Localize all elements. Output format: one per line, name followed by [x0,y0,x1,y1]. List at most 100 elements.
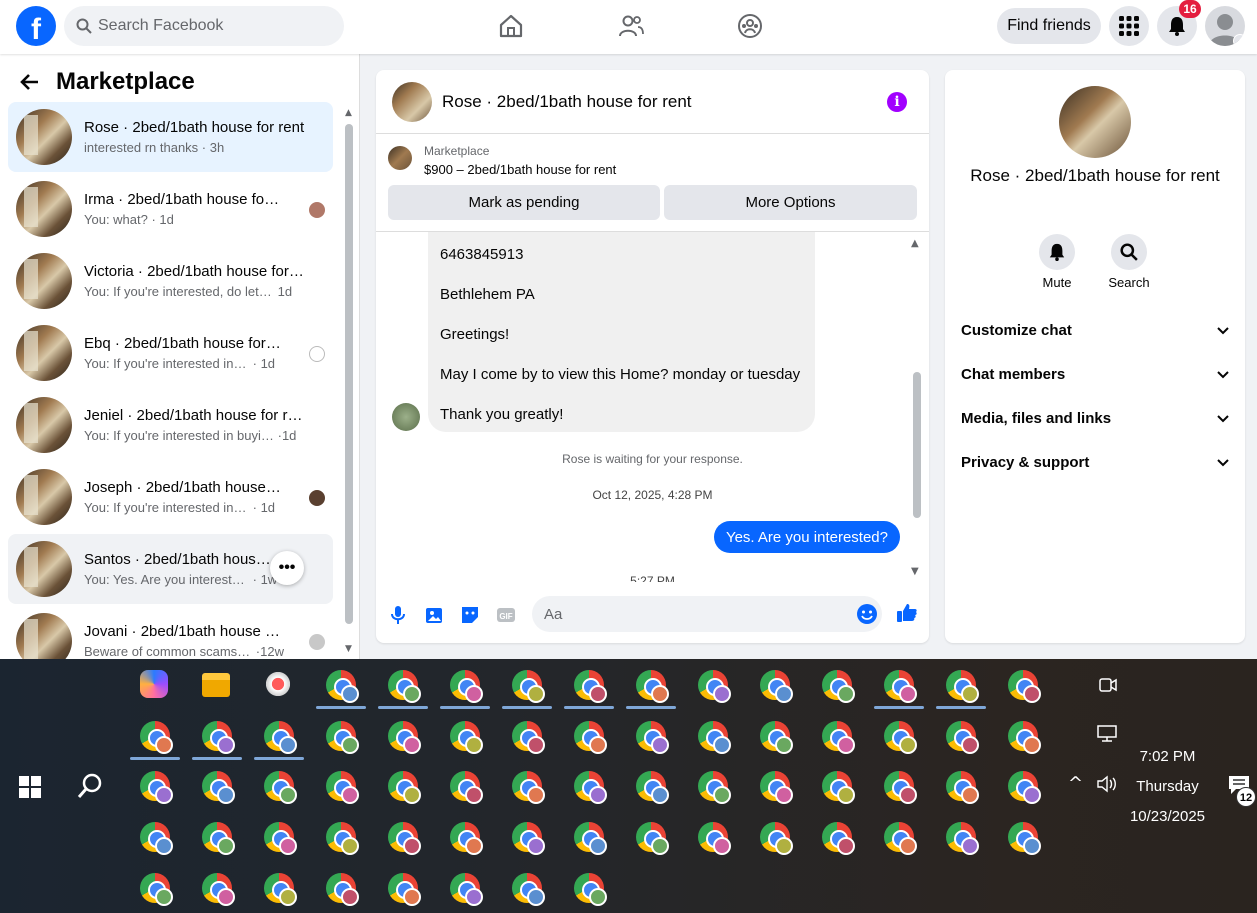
chrome-profile-icon[interactable] [202,771,235,804]
chrome-profile-icon[interactable] [326,873,359,906]
chrome-profile-icon[interactable] [884,822,917,855]
windows-start-icon[interactable] [19,776,41,798]
conversation-item[interactable]: Rose · 2bed/1bath house for rent interes… [8,102,333,172]
media-files-links-row[interactable]: Media, files and links [961,410,1229,427]
chrome-profile-icon[interactable] [326,721,359,754]
sticker-icon[interactable] [459,604,481,626]
chrome-profile-icon[interactable] [636,721,669,754]
microphone-icon[interactable] [387,604,409,626]
listing-price-title[interactable]: $900 – 2bed/1bath house for rent [424,162,616,177]
chrome-profile-icon[interactable] [326,670,359,703]
conversation-item[interactable]: Irma · 2bed/1bath house for rent You: wh… [8,174,333,244]
photo-icon[interactable] [423,604,445,626]
scroll-down-icon[interactable]: ▼ [911,566,919,577]
chrome-profile-icon[interactable] [512,771,545,804]
chrome-profile-icon[interactable] [264,873,297,906]
taskbar-search-icon[interactable] [76,772,104,800]
chrome-profile-icon[interactable] [1008,670,1041,703]
chrome-profile-icon[interactable] [512,721,545,754]
chrome-profile-icon[interactable] [760,771,793,804]
volume-icon[interactable] [1096,775,1118,793]
chrome-profile-icon[interactable] [884,771,917,804]
chat-title[interactable]: Rose · 2bed/1bath house for rent [442,92,692,112]
chrome-profile-icon[interactable] [636,670,669,703]
chrome-profile-icon[interactable] [574,873,607,906]
network-icon[interactable] [1096,725,1118,743]
scroll-up-icon[interactable]: ▲ [345,108,352,118]
conversation-item[interactable]: Jovani · 2bed/1bath house for rent Bewar… [8,606,333,659]
mark-as-pending-button[interactable]: Mark as pending [388,185,660,220]
clock-date[interactable]: 10/23/2025 [1120,808,1215,825]
chrome-profile-icon[interactable] [822,670,855,703]
search-action[interactable]: Search [1099,234,1159,290]
gif-icon[interactable]: GIF [495,604,517,626]
snipping-tool-icon[interactable] [264,670,292,698]
chrome-profile-icon[interactable] [946,771,979,804]
chrome-profile-icon[interactable] [636,771,669,804]
chrome-profile-icon[interactable] [946,721,979,754]
chat-scrollbar[interactable] [913,372,921,518]
chrome-profile-icon[interactable] [264,721,297,754]
chrome-profile-icon[interactable] [822,721,855,754]
chrome-profile-icon[interactable] [326,771,359,804]
chat-members-row[interactable]: Chat members [961,366,1229,383]
copilot-icon[interactable] [140,670,168,698]
chrome-profile-icon[interactable] [140,873,173,906]
chrome-profile-icon[interactable] [636,822,669,855]
chrome-profile-icon[interactable] [264,771,297,804]
clock-day[interactable]: Thursday [1120,778,1215,795]
menu-button[interactable] [1109,6,1149,46]
chrome-profile-icon[interactable] [202,873,235,906]
mute-action[interactable]: Mute [1027,234,1087,290]
chevron-up-icon[interactable]: ^ [1068,773,1083,794]
chrome-profile-icon[interactable] [698,670,731,703]
chrome-profile-icon[interactable] [1008,822,1041,855]
more-options-dots-button[interactable]: ••• [270,551,304,585]
customize-chat-row[interactable]: Customize chat [961,322,1229,339]
chrome-profile-icon[interactable] [698,771,731,804]
chrome-profile-icon[interactable] [512,822,545,855]
chrome-profile-icon[interactable] [1008,771,1041,804]
chrome-profile-icon[interactable] [450,771,483,804]
chrome-profile-icon[interactable] [884,670,917,703]
chrome-profile-icon[interactable] [760,670,793,703]
more-options-button[interactable]: More Options [664,185,917,220]
chrome-profile-icon[interactable] [574,670,607,703]
chrome-profile-icon[interactable] [388,721,421,754]
chat-avatar[interactable] [392,81,432,122]
chrome-profile-icon[interactable] [512,873,545,906]
chrome-profile-icon[interactable] [574,771,607,804]
chrome-profile-icon[interactable] [140,822,173,855]
chrome-profile-icon[interactable] [264,822,297,855]
scroll-down-icon[interactable]: ▼ [345,644,352,654]
chrome-profile-icon[interactable] [388,822,421,855]
chrome-profile-icon[interactable] [1008,721,1041,754]
clock-time[interactable]: 7:02 PM [1120,748,1215,765]
chrome-profile-icon[interactable] [698,721,731,754]
chrome-profile-icon[interactable] [140,771,173,804]
chrome-profile-icon[interactable] [946,670,979,703]
chrome-profile-icon[interactable] [450,873,483,906]
contact-avatar[interactable] [1059,86,1131,158]
friends-icon[interactable] [617,12,645,40]
back-arrow-icon[interactable] [20,72,40,92]
file-explorer-icon[interactable] [202,673,230,697]
conversation-item[interactable]: Jeniel · 2bed/1bath house for rent You: … [8,390,333,460]
chrome-profile-icon[interactable] [388,873,421,906]
message-input[interactable]: Aa [532,596,882,632]
search-input[interactable] [98,17,328,35]
chrome-profile-icon[interactable] [822,822,855,855]
chrome-profile-icon[interactable] [388,670,421,703]
chrome-profile-icon[interactable] [574,822,607,855]
chrome-profile-icon[interactable] [450,670,483,703]
home-icon[interactable] [497,12,525,40]
chrome-profile-icon[interactable] [140,721,173,754]
conversation-item[interactable]: Victoria · 2bed/1bath house for rent You… [8,246,333,316]
notifications-button[interactable]: 16 [1157,0,1201,46]
conversation-item[interactable]: Ebq · 2bed/1bath house for rent You: If … [8,318,333,388]
groups-icon[interactable] [736,12,764,40]
chrome-profile-icon[interactable] [698,822,731,855]
chrome-profile-icon[interactable] [946,822,979,855]
scrollbar[interactable] [345,124,353,624]
scroll-up-icon[interactable]: ▲ [911,238,919,249]
